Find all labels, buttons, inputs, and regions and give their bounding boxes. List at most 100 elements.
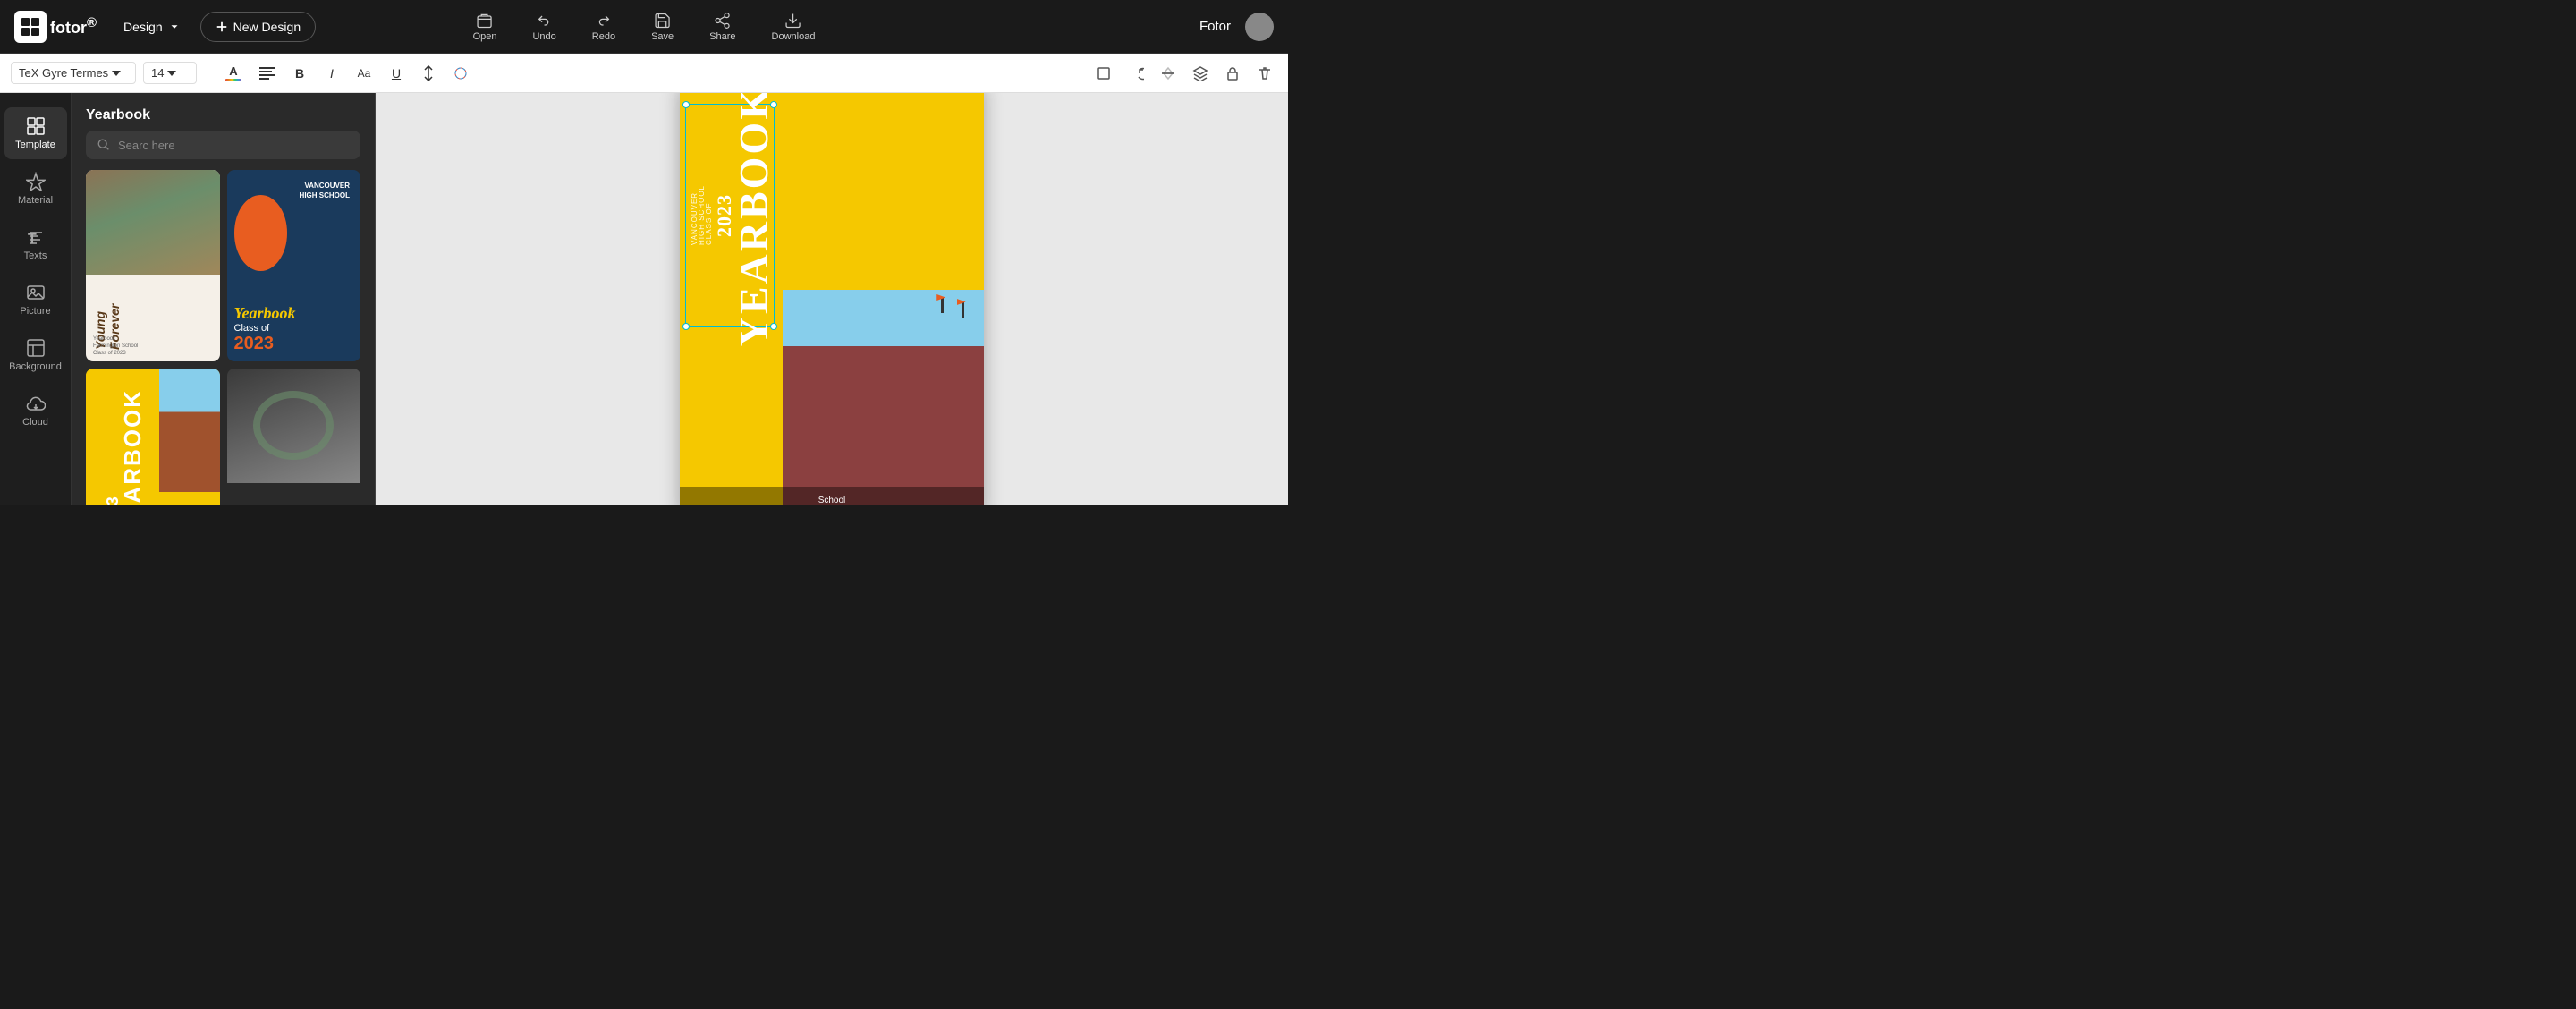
open-button[interactable]: Open <box>466 8 504 46</box>
layers-icon <box>1192 65 1208 81</box>
delete-button[interactable] <box>1252 61 1277 86</box>
school-label: School <box>680 487 984 504</box>
spacing-button[interactable] <box>416 61 441 86</box>
lock-button[interactable] <box>1220 61 1245 86</box>
lock-icon <box>1224 65 1241 81</box>
panel-title: Yearbook <box>72 93 375 131</box>
template-grid: Young Forever YearbookFarmington SchoolC… <box>72 170 375 504</box>
text-icon: T <box>26 227 46 247</box>
new-design-button[interactable]: New Design <box>200 12 316 42</box>
align-button[interactable] <box>255 61 280 86</box>
align-icon <box>259 67 275 80</box>
font-size-value: 14 <box>151 66 164 80</box>
text-size-label: Aa <box>358 67 371 80</box>
redo-button[interactable]: Redo <box>585 8 623 46</box>
open-label: Open <box>473 31 497 42</box>
sidebar-item-cloud[interactable]: Cloud <box>4 385 67 437</box>
redo-label: Redo <box>592 31 615 42</box>
sidebar-item-texts[interactable]: T Texts <box>4 218 67 270</box>
bold-label: B <box>295 66 304 81</box>
doc-yellow-top-right <box>783 93 984 290</box>
save-button[interactable]: Save <box>644 8 681 46</box>
effects-button[interactable] <box>448 61 473 86</box>
rotate-icon <box>1128 65 1144 81</box>
font-family-selector[interactable]: TeX Gyre Termes <box>11 62 136 84</box>
save-icon <box>654 12 672 30</box>
template-item-4[interactable]: 2023 YEARBOOK IB & A ASSOCIATES <box>227 369 361 504</box>
picture-label: Picture <box>20 306 50 317</box>
cloud-label: Cloud <box>22 417 48 428</box>
logo-sup: ® <box>87 15 97 30</box>
format-toolbar: TeX Gyre Termes 14 A B I Aa U <box>0 54 1288 93</box>
crop-button[interactable] <box>1091 61 1116 86</box>
save-label: Save <box>651 31 674 42</box>
redo-icon <box>595 12 613 30</box>
school-text: School <box>818 496 846 505</box>
search-box <box>86 131 360 159</box>
cloud-icon <box>26 394 46 413</box>
navbar: fotor® Design New Design Open Undo <box>0 0 1288 54</box>
template-label: Template <box>15 140 55 150</box>
texts-label: Texts <box>24 250 47 261</box>
doc-building-photo <box>783 290 984 504</box>
flip-icon <box>1160 65 1176 81</box>
font-family-value: TeX Gyre Termes <box>19 66 108 80</box>
font-size-selector[interactable]: 14 <box>143 62 197 84</box>
italic-button[interactable]: I <box>319 61 344 86</box>
sidebar: Template Material T Texts Picture <box>0 93 72 504</box>
template-item-3[interactable]: 2023YEARBOOK School <box>86 369 220 504</box>
grid-icon <box>26 116 46 136</box>
user-avatar[interactable] <box>1245 13 1274 41</box>
fotor-brand-label: Fotor <box>1199 19 1231 34</box>
plus-icon <box>216 21 228 33</box>
nav-center-actions: Open Undo Redo Save Share <box>466 8 823 46</box>
underline-button[interactable]: U <box>384 61 409 86</box>
search-input[interactable] <box>118 139 350 152</box>
star-icon <box>26 172 46 191</box>
rotate-button[interactable] <box>1123 61 1148 86</box>
download-button[interactable]: Download <box>765 8 823 46</box>
design-label: Design <box>123 20 163 34</box>
search-icon <box>97 138 111 152</box>
text-color-button[interactable]: A <box>219 59 248 88</box>
logo-text: fotor® <box>50 15 97 38</box>
new-design-label: New Design <box>233 20 301 34</box>
download-label: Download <box>772 31 816 42</box>
design-dropdown[interactable]: Design <box>114 14 190 39</box>
background-icon <box>26 338 46 358</box>
text-size-button[interactable]: Aa <box>352 61 377 86</box>
effects-icon <box>453 65 469 81</box>
template-item-1[interactable]: Young Forever YearbookFarmington SchoolC… <box>86 170 220 361</box>
share-icon <box>714 12 732 30</box>
italic-label: I <box>330 66 334 81</box>
logo-icon <box>14 11 47 43</box>
canvas-document: VANCOUVERHIGH SCHOOLCLASS OF 2023 YEARBO… <box>680 93 984 504</box>
nav-right: Fotor <box>1199 13 1274 41</box>
sidebar-item-picture[interactable]: Picture <box>4 274 67 326</box>
download-icon <box>784 12 802 30</box>
font-chevron-icon <box>112 71 121 76</box>
canvas-area: VANCOUVERHIGH SCHOOLCLASS OF 2023 YEARBO… <box>376 93 1288 504</box>
main-layout: Template Material T Texts Picture <box>0 93 1288 504</box>
bold-button[interactable]: B <box>287 61 312 86</box>
share-button[interactable]: Share <box>702 8 742 46</box>
undo-label: Undo <box>532 31 555 42</box>
layers-button[interactable] <box>1188 61 1213 86</box>
size-chevron-icon <box>167 71 176 76</box>
yearbook-text-container: VANCOUVERHIGH SCHOOLCLASS OF 2023 YEARBO… <box>689 104 774 327</box>
sidebar-item-template[interactable]: Template <box>4 107 67 159</box>
flip-button[interactable] <box>1156 61 1181 86</box>
sidebar-item-material[interactable]: Material <box>4 163 67 215</box>
undo-button[interactable]: Undo <box>525 8 563 46</box>
delete-icon <box>1257 65 1273 81</box>
picture-icon <box>26 283 46 302</box>
chevron-down-icon <box>168 21 181 33</box>
underline-label: U <box>392 66 401 81</box>
material-label: Material <box>18 195 53 206</box>
sidebar-item-background[interactable]: Background <box>4 329 67 381</box>
template-item-2[interactable]: VancouverHigh School Yearbook Class of 2… <box>227 170 361 361</box>
open-icon <box>476 12 494 30</box>
background-label: Background <box>9 361 62 372</box>
logo: fotor® <box>14 11 97 43</box>
right-format-tools <box>1091 61 1277 86</box>
